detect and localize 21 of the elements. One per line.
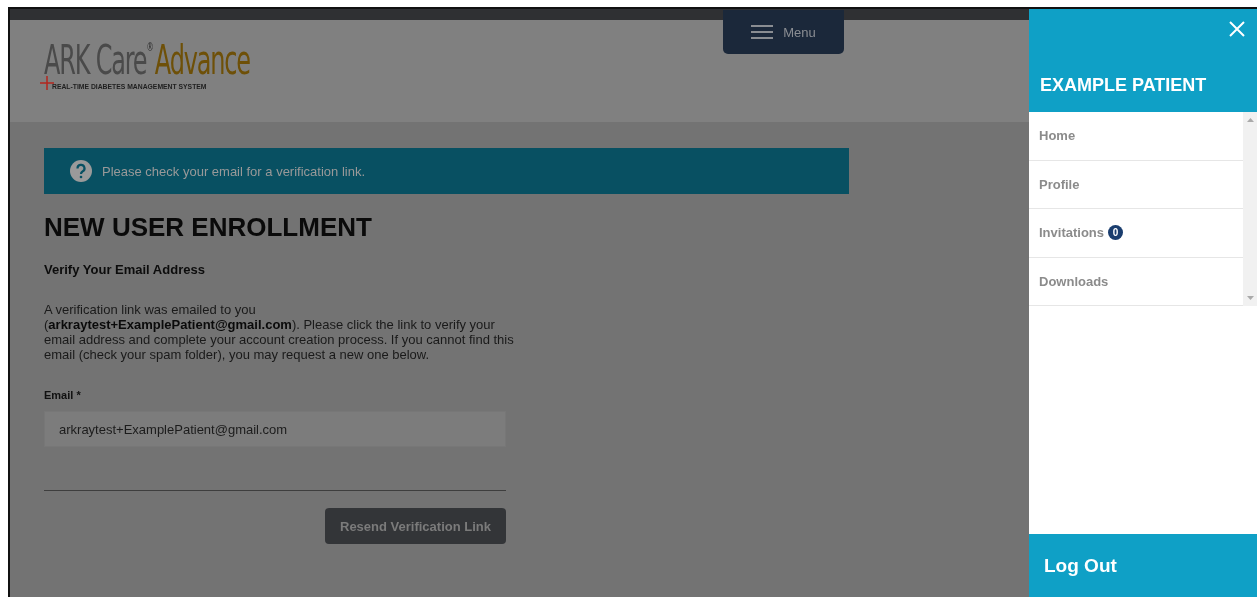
scrollbar[interactable] xyxy=(1243,112,1257,306)
close-icon[interactable] xyxy=(1229,21,1245,37)
logo-product-name: Advance xyxy=(154,40,250,80)
alert-message: Please check your email for a verification link. xyxy=(102,163,365,179)
resend-button[interactable]: Resend Verification Link xyxy=(325,508,506,544)
section-subtitle: Verify Your Email Address xyxy=(44,262,206,277)
scroll-down-icon[interactable] xyxy=(1246,296,1254,300)
page-title: NEW USER ENROLLMENT xyxy=(44,212,373,243)
patient-name: EXAMPLE PATIENT xyxy=(1040,75,1207,96)
scroll-up-icon[interactable] xyxy=(1246,118,1254,122)
logout-button[interactable]: Log Out xyxy=(1029,534,1257,597)
email-field[interactable]: arkraytest+ExamplePatient@gmail.com xyxy=(44,411,506,447)
field-label: Email * xyxy=(44,389,81,401)
menu-button[interactable]: Menu xyxy=(723,10,844,54)
plus-icon xyxy=(40,76,54,90)
registered-mark: ® xyxy=(146,40,154,54)
count-badge: 0 xyxy=(1108,225,1123,241)
help-icon xyxy=(70,160,92,182)
instruction-text: A verification link was emailed to you (arkraytest+ExamplePatient@gmail.com). Please click the link to verify your email address and complete your account creation process. If you cannot find this email (check your spam folder), you may request a new one below. xyxy=(44,302,514,362)
logo-tagline: REAL-TIME DIABETES MANAGEMENT SYSTEM xyxy=(52,82,208,91)
menu-icon xyxy=(751,25,774,39)
